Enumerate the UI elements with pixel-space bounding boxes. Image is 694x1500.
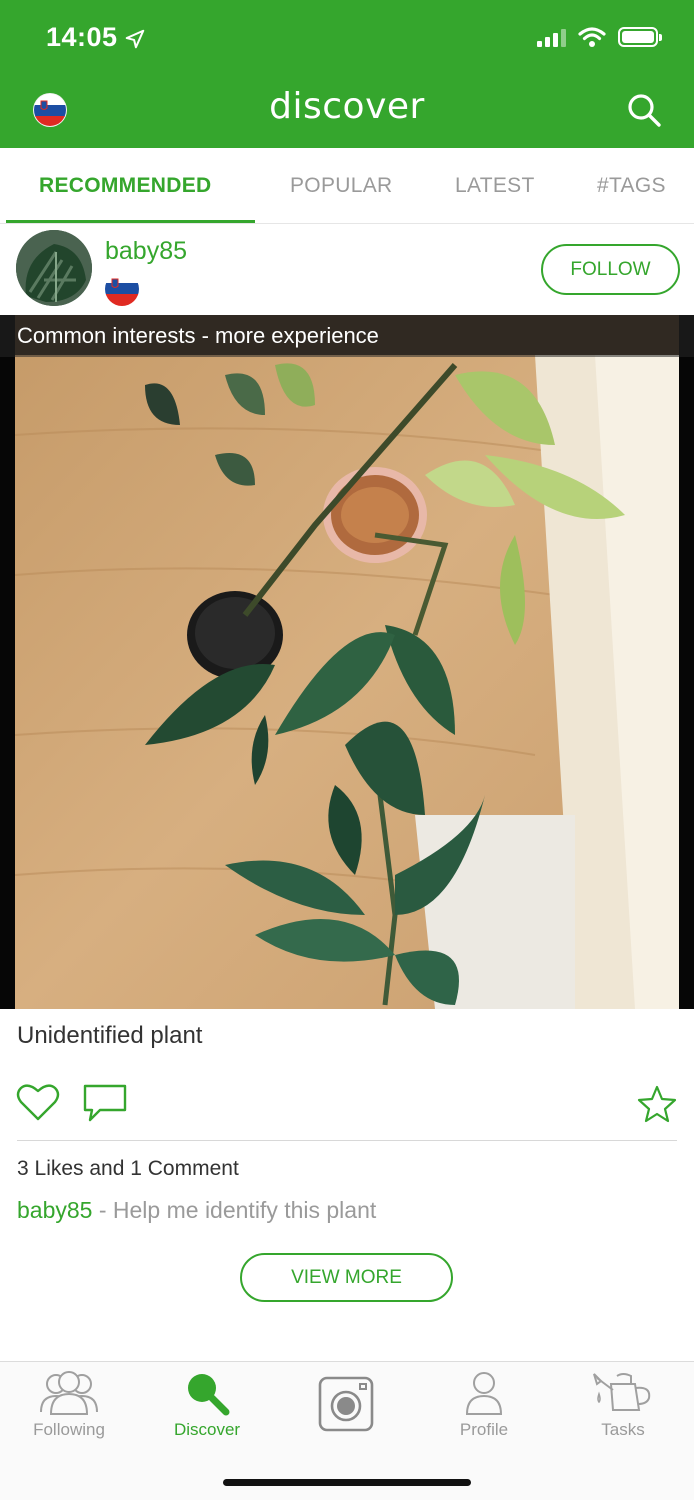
- tab-latest[interactable]: LATEST: [455, 174, 535, 198]
- watering-can-icon: [593, 1373, 651, 1411]
- nav-label-profile: Profile: [459, 1420, 509, 1439]
- follow-button[interactable]: FOLLOW: [541, 244, 680, 295]
- nav-label-following: Following: [33, 1420, 105, 1439]
- tab-tags[interactable]: #TAGS: [597, 174, 666, 198]
- divider: [17, 1140, 677, 1141]
- comment-text: - Help me identify this plant: [92, 1197, 377, 1223]
- nav-label-discover: Discover: [173, 1420, 241, 1439]
- post-username[interactable]: baby85: [105, 237, 187, 266]
- monstera-leaf-image: [16, 230, 92, 306]
- camera-icon: [318, 1376, 374, 1432]
- comment-username[interactable]: baby85: [17, 1197, 92, 1223]
- cellular-signal-icon: [537, 27, 566, 47]
- post-photo[interactable]: Common interests - more experience: [0, 315, 694, 1009]
- app-header: 14:05 discover: [0, 0, 694, 148]
- status-time: 14:05: [46, 22, 118, 52]
- active-tab-indicator: [6, 220, 255, 223]
- nav-following[interactable]: Following: [0, 1370, 138, 1440]
- avatar[interactable]: [16, 230, 92, 306]
- post-title: Unidentified plant: [17, 1022, 203, 1049]
- nav-discover[interactable]: Discover: [138, 1370, 276, 1440]
- nav-label-tasks: Tasks: [601, 1420, 645, 1439]
- search-icon[interactable]: [626, 92, 662, 128]
- heart-icon[interactable]: [16, 1082, 60, 1122]
- comment-preview: baby85 - Help me identify this plant: [17, 1197, 376, 1224]
- nav-profile[interactable]: Profile: [415, 1370, 553, 1440]
- comment-icon[interactable]: [82, 1083, 128, 1123]
- wifi-icon: [578, 27, 606, 47]
- photo-caption: Common interests - more experience: [17, 323, 379, 348]
- nav-tasks[interactable]: Tasks: [554, 1370, 692, 1440]
- feed-tabs: RECOMMENDED POPULAR LATEST #TAGS: [0, 148, 694, 224]
- people-icon: [40, 1371, 98, 1415]
- user-country-flag: [105, 272, 139, 306]
- page-title: discover: [269, 86, 425, 127]
- tab-popular[interactable]: POPULAR: [290, 174, 392, 198]
- plant-photo-image: [15, 315, 679, 1009]
- likes-comments-count[interactable]: 3 Likes and 1 Comment: [17, 1157, 239, 1181]
- tab-recommended[interactable]: RECOMMENDED: [39, 174, 211, 198]
- status-indicators: [537, 26, 662, 48]
- nav-camera[interactable]: [277, 1370, 415, 1432]
- star-icon[interactable]: [637, 1085, 677, 1123]
- location-arrow-icon: [125, 29, 145, 49]
- home-indicator: [223, 1479, 471, 1486]
- person-icon: [465, 1372, 503, 1415]
- search-icon: [188, 1374, 230, 1416]
- slovenia-flag-icon: [105, 272, 139, 306]
- battery-icon: [618, 27, 662, 47]
- view-more-button[interactable]: VIEW MORE: [240, 1253, 453, 1302]
